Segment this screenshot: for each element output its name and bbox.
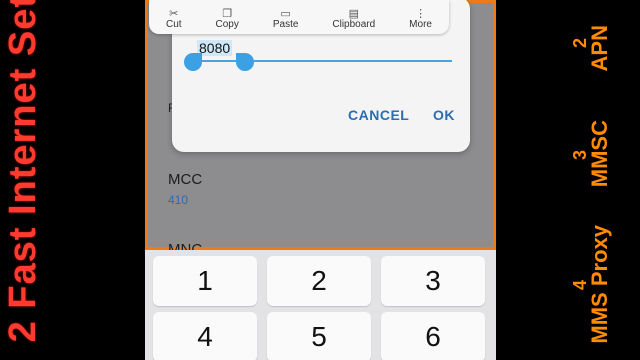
more-label: More <box>409 19 432 30</box>
key-6[interactable]: 6 <box>381 312 485 360</box>
overlay-num-mmsc: 3 <box>570 150 590 161</box>
selection-handle-left[interactable] <box>184 53 202 71</box>
more-icon: ⋮ <box>415 8 427 20</box>
copy-button[interactable]: ❐ Copy <box>215 8 239 31</box>
ok-button[interactable]: OK <box>433 107 455 123</box>
clipboard-label: Clipboard <box>332 19 376 30</box>
mcc-label[interactable]: MCC <box>168 171 202 188</box>
apn-settings-list: F MCC 410 MNC 8080 CANCEL OK <box>145 0 496 258</box>
copy-icon: ❐ <box>222 8 233 20</box>
clipboard-button[interactable]: ▤ Clipboard <box>332 8 376 31</box>
port-input[interactable]: 8080 <box>184 37 452 71</box>
overlay-num-mms-proxy: 4 <box>570 280 590 291</box>
clipboard-icon: ▤ <box>348 8 359 20</box>
key-4[interactable]: 4 <box>153 312 257 360</box>
phone-screen: F MCC 410 MNC 8080 CANCEL OK ✂ Cut ❐ Cop… <box>145 0 496 360</box>
overlay-label-apn: APN <box>587 25 612 72</box>
paste-label: Paste <box>272 19 299 30</box>
port-input-value[interactable]: 8080 <box>197 40 233 56</box>
selection-handle-right[interactable] <box>236 53 254 71</box>
key-5[interactable]: 5 <box>267 312 371 360</box>
cut-button[interactable]: ✂ Cut <box>165 8 182 31</box>
text-selection-toolbar: ✂ Cut ❐ Copy ▭ Paste ▤ Clipboard ⋮ More <box>149 0 449 34</box>
mcc-value: 410 <box>168 193 189 207</box>
key-2[interactable]: 2 <box>267 256 371 306</box>
copy-label: Copy <box>215 19 239 30</box>
key-1[interactable]: 1 <box>153 256 257 306</box>
more-button[interactable]: ⋮ More <box>409 8 432 31</box>
scissors-icon: ✂ <box>169 8 179 20</box>
paste-icon: ▭ <box>280 8 291 20</box>
overlay-num-apn: 2 <box>570 38 590 49</box>
overlay-title: 2 Fast Internet Set <box>2 0 44 343</box>
cancel-button[interactable]: CANCEL <box>348 107 409 123</box>
paste-button[interactable]: ▭ Paste <box>272 8 299 31</box>
numeric-keypad: 1 2 3 4 5 6 <box>145 250 496 360</box>
left-overlay: 2 Fast Internet Set <box>0 0 54 360</box>
right-overlay: APN 2 MMSC 3 MMS Proxy 4 <box>492 0 640 360</box>
cut-label: Cut <box>165 19 182 30</box>
key-3[interactable]: 3 <box>381 256 485 306</box>
input-underline <box>192 60 452 62</box>
